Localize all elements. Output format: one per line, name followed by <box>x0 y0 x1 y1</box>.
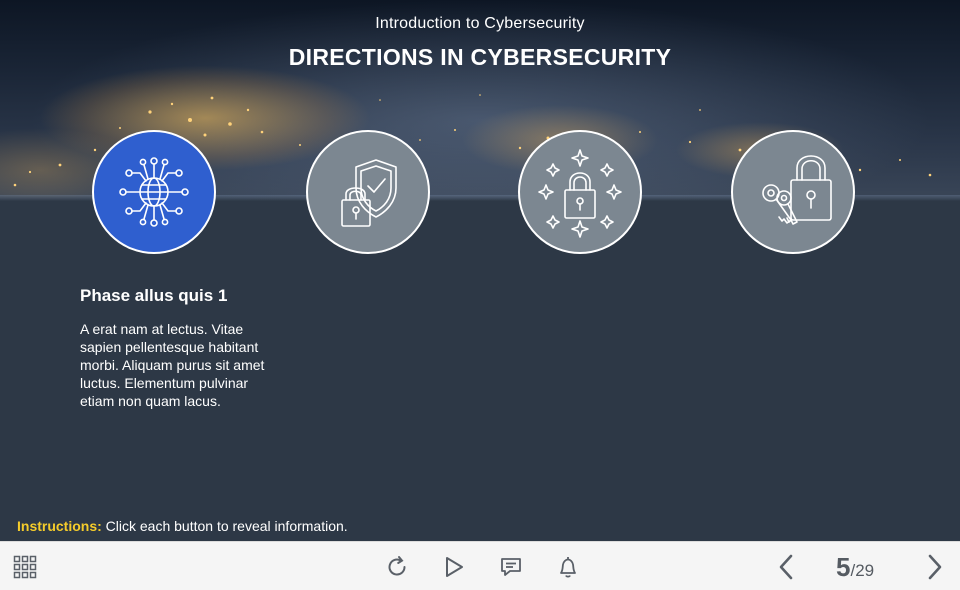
comment-icon <box>501 558 521 576</box>
phase-body-text: A erat nam at lectus. Vitae sapien pelle… <box>80 321 265 409</box>
player-toolbar: 5 /29 <box>0 541 960 590</box>
phase-2-button[interactable] <box>306 130 430 254</box>
page-title: DIRECTIONS IN CYBERSECURITY <box>288 44 672 70</box>
previous-page-button[interactable] <box>772 552 800 582</box>
instructions-label: Instructions: <box>17 518 102 534</box>
replay-button[interactable] <box>383 553 411 581</box>
page-counter: 5 /29 <box>836 552 874 582</box>
phase-title: Phase allus quis 1 <box>80 286 228 305</box>
slide-stage: Introduction to Cybersecurity DIRECTIONS… <box>0 0 960 541</box>
next-page-button[interactable] <box>921 552 949 582</box>
play-button[interactable] <box>440 553 468 581</box>
instructions-text: Instructions: Click each button to revea… <box>17 518 348 534</box>
chevron-left-icon <box>779 554 793 580</box>
instructions-body: Click each button to reveal information. <box>105 518 348 534</box>
phase-1-button[interactable] <box>92 130 216 254</box>
padlock-keys-icon <box>762 155 832 225</box>
menu-button[interactable] <box>11 553 39 581</box>
phase-3-button[interactable] <box>518 130 642 254</box>
replay-icon <box>388 556 406 576</box>
notification-button[interactable] <box>554 553 582 581</box>
bell-icon <box>560 557 576 578</box>
sparkle-padlock-icon <box>538 149 622 238</box>
total-pages: /29 <box>850 561 875 580</box>
play-icon <box>446 557 463 577</box>
course-title: Introduction to Cybersecurity <box>375 15 585 32</box>
network-globe-icon <box>119 157 189 227</box>
chevron-right-icon <box>928 554 942 580</box>
grid-menu-icon <box>13 555 37 579</box>
current-page-number: 5 <box>836 552 851 582</box>
padlock-shield-icon <box>341 159 397 227</box>
comment-button[interactable] <box>497 553 525 581</box>
phase-4-button[interactable] <box>731 130 855 254</box>
